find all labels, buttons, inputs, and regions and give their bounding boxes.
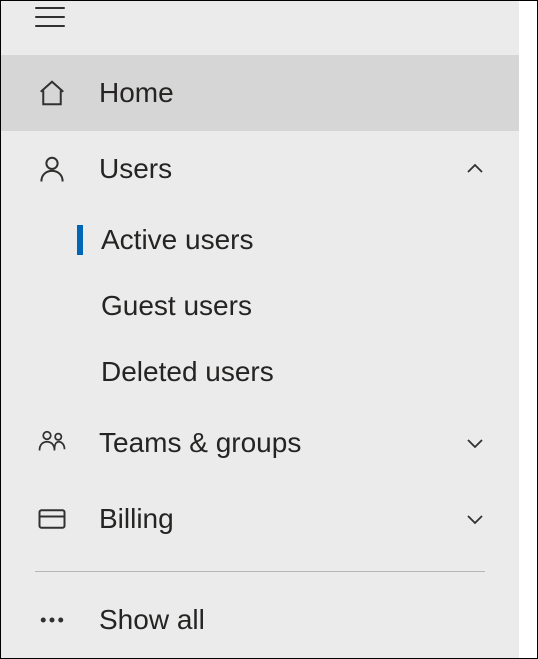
nav-item-teams-groups[interactable]: Teams & groups: [1, 405, 519, 481]
sub-item-label: Active users: [101, 224, 254, 256]
nav-item-label: Billing: [99, 503, 461, 535]
sub-item-label: Guest users: [101, 290, 252, 322]
nav-item-billing[interactable]: Billing: [1, 481, 519, 557]
nav-item-users-children: Active users Guest users Deleted users: [1, 207, 519, 405]
nav-item-label: Home: [99, 77, 489, 109]
nav-item-label: Users: [99, 153, 461, 185]
nav-item-users[interactable]: Users: [1, 131, 519, 207]
admin-sidebar: Home Users Active users: [1, 1, 519, 658]
sub-item-guest-users[interactable]: Guest users: [1, 273, 519, 339]
nav-item-home[interactable]: Home: [1, 55, 519, 131]
user-icon: [35, 152, 69, 186]
active-indicator: [77, 225, 83, 255]
nav-separator: [35, 571, 485, 572]
chevron-up-icon: [461, 155, 489, 183]
chevron-down-icon: [461, 429, 489, 457]
nav-item-label: Show all: [99, 604, 489, 636]
hamburger-icon[interactable]: [35, 7, 65, 27]
nav-list: Home Users Active users: [1, 37, 519, 658]
menu-toggle-row: [1, 1, 519, 37]
nav-item-label: Teams & groups: [99, 427, 461, 459]
nav-item-show-all[interactable]: Show all: [1, 582, 519, 658]
billing-icon: [35, 502, 69, 536]
teams-icon: [35, 426, 69, 460]
sub-item-deleted-users[interactable]: Deleted users: [1, 339, 519, 405]
ellipsis-icon: [35, 603, 69, 637]
sub-item-active-users[interactable]: Active users: [1, 207, 519, 273]
sub-item-label: Deleted users: [101, 356, 274, 388]
home-icon: [35, 76, 69, 110]
chevron-down-icon: [461, 505, 489, 533]
